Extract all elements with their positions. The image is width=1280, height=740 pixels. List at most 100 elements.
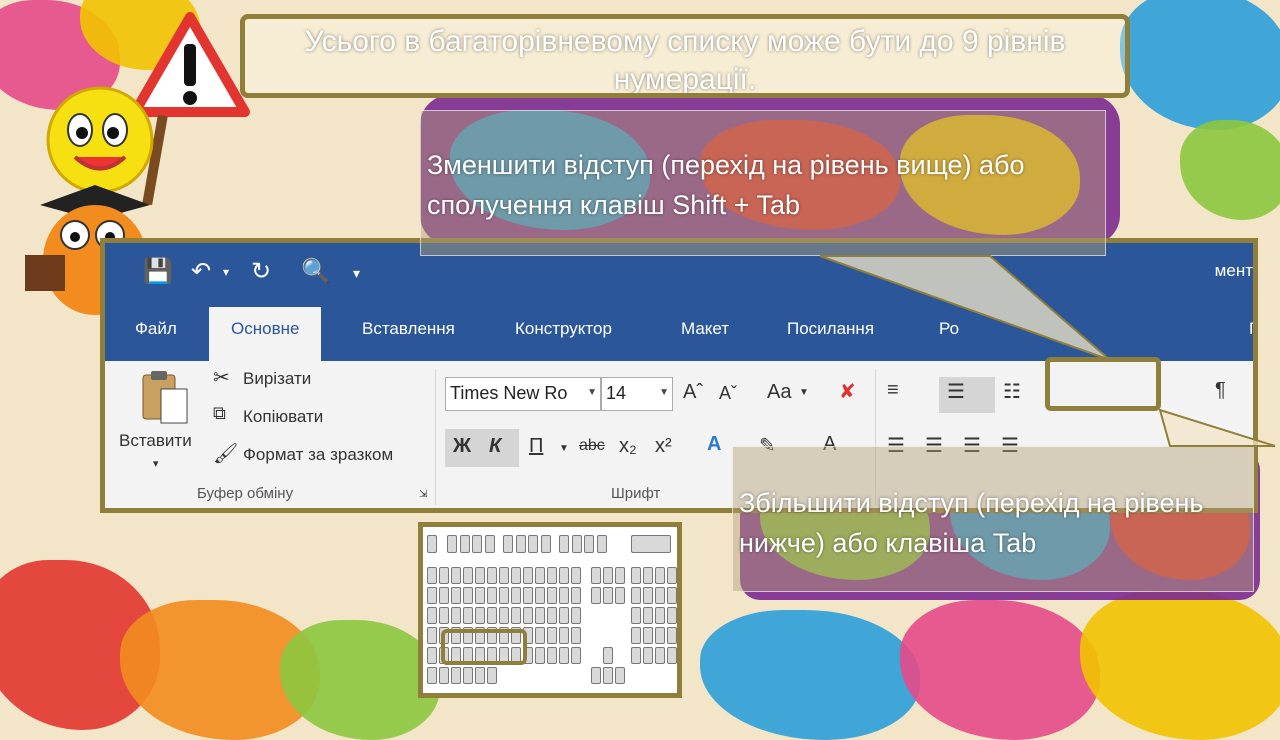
keyboard-key [535, 587, 545, 604]
italic-button[interactable]: К [489, 435, 501, 458]
scissors-icon: ✂ [213, 367, 230, 389]
customize-toolbar-icon[interactable]: ▾ [353, 265, 360, 282]
paste-clipboard-icon[interactable] [141, 369, 189, 425]
keyboard-picture [418, 522, 682, 698]
tab-insert[interactable]: Вставлення [362, 319, 455, 339]
keyboard-key [475, 667, 485, 684]
show-formatting-button[interactable]: ¶ [1215, 379, 1226, 402]
keyboard-key [511, 607, 521, 624]
keyboard-key [559, 535, 569, 553]
font-name-combo[interactable]: Times New Ro ▼ [445, 377, 601, 411]
keyboard-key [463, 607, 473, 624]
keyboard-key [439, 607, 449, 624]
keyboard-key [511, 567, 521, 584]
save-icon[interactable]: 💾 [143, 257, 173, 286]
keyboard-key [643, 587, 653, 604]
dialog-launcher-icon[interactable]: ⇲ [419, 489, 427, 500]
tab-design[interactable]: Конструктор [515, 319, 612, 339]
shift-keys-highlight [441, 629, 527, 665]
undo-dropdown-icon[interactable]: ▾ [223, 265, 229, 279]
keyboard-key [591, 567, 601, 584]
keyboard-key [528, 535, 538, 553]
keyboard-key [535, 567, 545, 584]
keyboard-key [559, 567, 569, 584]
tab-review[interactable]: Ро [939, 319, 959, 339]
subscript-button[interactable]: x₂ [619, 435, 637, 458]
keyboard-key [547, 567, 557, 584]
keyboard-key [655, 567, 665, 584]
keyboard-key [451, 667, 461, 684]
document-title: мент [1214, 261, 1253, 280]
keyboard-key [439, 667, 449, 684]
keyboard-key [540, 535, 551, 553]
slide-title: Усього в багаторівневому списку може бут… [240, 14, 1130, 98]
numbering-icon[interactable]: ☰ [947, 379, 965, 404]
bullets-icon[interactable]: ≡ [887, 379, 899, 402]
keyboard-key [559, 627, 569, 644]
copy-button[interactable]: Копіювати [243, 407, 323, 427]
keyboard-key [447, 535, 457, 553]
puzzle-piece [1180, 120, 1280, 220]
keyboard-key [463, 667, 473, 684]
strikethrough-button[interactable]: abc [579, 437, 605, 455]
keyboard-key [603, 647, 613, 664]
tab-references[interactable]: Посилання [787, 319, 874, 339]
keyboard-key [631, 647, 641, 664]
keyboard-key [571, 607, 581, 624]
keyboard-key [487, 587, 497, 604]
text-effects-icon[interactable]: A [707, 433, 721, 456]
keyboard-key [499, 567, 509, 584]
print-preview-icon[interactable]: 🔍 [301, 257, 331, 286]
keyboard-key [584, 535, 594, 553]
keyboard-key [427, 587, 437, 604]
keyboard-key [535, 647, 545, 664]
keyboard-key [523, 607, 533, 624]
tab-layout[interactable]: Макет [681, 319, 729, 339]
paste-button[interactable]: Вставити [119, 431, 192, 451]
format-painter-button[interactable]: Формат за зразком [243, 445, 393, 465]
change-case-button[interactable]: Aa [767, 381, 791, 404]
keyboard-key [591, 667, 601, 684]
keyboard-key [427, 667, 437, 684]
undo-icon[interactable]: ↶ [191, 257, 211, 286]
keyboard-key [615, 587, 625, 604]
keyboard-key [459, 535, 470, 553]
keyboard-key [643, 607, 653, 624]
clipboard-group-label: Буфер обміну [197, 485, 294, 502]
superscript-button[interactable]: x² [655, 435, 672, 458]
keyboard-key [484, 535, 495, 553]
chevron-down-icon: ▼ [659, 387, 669, 398]
tab-file[interactable]: Файл [135, 319, 177, 339]
redo-icon[interactable]: ↻ [251, 257, 271, 286]
paste-dropdown-icon[interactable]: ▾ [153, 457, 159, 470]
keyboard-key [427, 627, 437, 644]
puzzle-piece [1080, 590, 1280, 740]
keyboard-key [615, 667, 625, 684]
keyboard-key [655, 607, 665, 624]
shrink-font-icon[interactable]: Aˇ [719, 383, 737, 404]
keyboard-key [603, 587, 613, 604]
keyboard-key [571, 647, 581, 664]
bold-button[interactable]: Ж [453, 435, 471, 458]
keyboard-key [451, 607, 461, 624]
keyboard-key [547, 647, 557, 664]
font-name-value: Times New Ro [450, 383, 568, 403]
keyboard-key [603, 567, 613, 584]
tab-view[interactable]: П [1249, 319, 1253, 339]
multilevel-list-icon[interactable]: ☷ [1003, 379, 1021, 404]
underline-button[interactable]: П [529, 435, 543, 458]
font-group-label: Шрифт [611, 485, 661, 502]
keyboard-key [591, 587, 601, 604]
keyboard-key [451, 567, 461, 584]
font-size-combo[interactable]: 14 ▼ [601, 377, 673, 411]
keyboard-key [475, 567, 485, 584]
keyboard-key [499, 607, 509, 624]
tab-home[interactable]: Основне [209, 307, 322, 361]
keyboard-key [559, 647, 569, 664]
chevron-down-icon[interactable]: ▼ [559, 443, 569, 454]
clear-formatting-icon[interactable]: ✘ [839, 379, 856, 404]
puzzle-piece [1120, 0, 1280, 130]
cut-button[interactable]: Вирізати [243, 369, 311, 389]
chevron-down-icon[interactable]: ▼ [799, 387, 809, 398]
grow-font-icon[interactable]: Aˆ [683, 381, 703, 404]
